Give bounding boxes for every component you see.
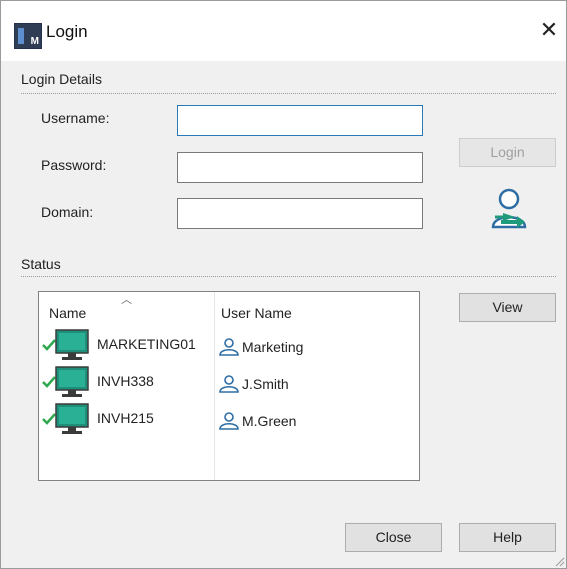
computer-name: INVH338 xyxy=(97,373,154,389)
close-icon[interactable]: ✕ xyxy=(534,15,564,45)
user-icon xyxy=(219,375,239,393)
login-details-divider xyxy=(21,93,556,94)
computer-name: INVH215 xyxy=(97,410,154,426)
status-group-label: Status xyxy=(21,256,61,272)
column-header-user-name[interactable]: User Name xyxy=(221,305,292,321)
close-button[interactable]: Close xyxy=(345,523,442,552)
list-item[interactable]: MARKETING01 Marketing xyxy=(39,329,419,363)
user-name: J.Smith xyxy=(242,376,289,392)
sort-ascending-icon: ︿ xyxy=(121,294,132,306)
domain-input[interactable] xyxy=(178,199,422,228)
password-label: Password: xyxy=(41,157,107,173)
monitor-icon xyxy=(55,366,89,397)
user-name: M.Green xyxy=(242,413,297,429)
status-list[interactable]: ︿ Name User Name MARKETING01 Marketing I… xyxy=(38,291,420,481)
username-field[interactable] xyxy=(177,105,423,136)
user-login-arrow-icon xyxy=(489,187,533,233)
computer-name: MARKETING01 xyxy=(97,336,196,352)
list-item[interactable]: INVH338 J.Smith xyxy=(39,366,419,400)
title-bar: M Login ✕ xyxy=(1,1,566,61)
login-dialog: M Login ✕ Login Details Username: Passwo… xyxy=(0,0,567,569)
list-item[interactable]: INVH215 M.Green xyxy=(39,403,419,437)
login-button[interactable]: Login xyxy=(459,138,556,167)
password-field[interactable] xyxy=(177,152,423,183)
app-icon: M xyxy=(14,23,42,49)
monitor-icon xyxy=(55,403,89,434)
column-header-name[interactable]: Name xyxy=(49,305,86,321)
login-details-group-label: Login Details xyxy=(21,71,102,87)
checkmark-icon xyxy=(42,413,56,425)
help-button[interactable]: Help xyxy=(459,523,556,552)
user-icon xyxy=(219,338,239,356)
domain-field[interactable] xyxy=(177,198,423,229)
username-input[interactable] xyxy=(178,106,422,135)
window-title: Login xyxy=(46,22,88,41)
username-label: Username: xyxy=(41,110,110,126)
password-input[interactable] xyxy=(178,153,422,182)
resize-grip-icon[interactable] xyxy=(553,555,565,567)
checkmark-icon xyxy=(42,376,56,388)
checkmark-icon xyxy=(42,339,56,351)
status-divider xyxy=(21,276,556,277)
domain-label: Domain: xyxy=(41,204,94,220)
user-name: Marketing xyxy=(242,339,304,355)
user-icon xyxy=(219,412,239,430)
view-button[interactable]: View xyxy=(459,293,556,322)
monitor-icon xyxy=(55,329,89,360)
